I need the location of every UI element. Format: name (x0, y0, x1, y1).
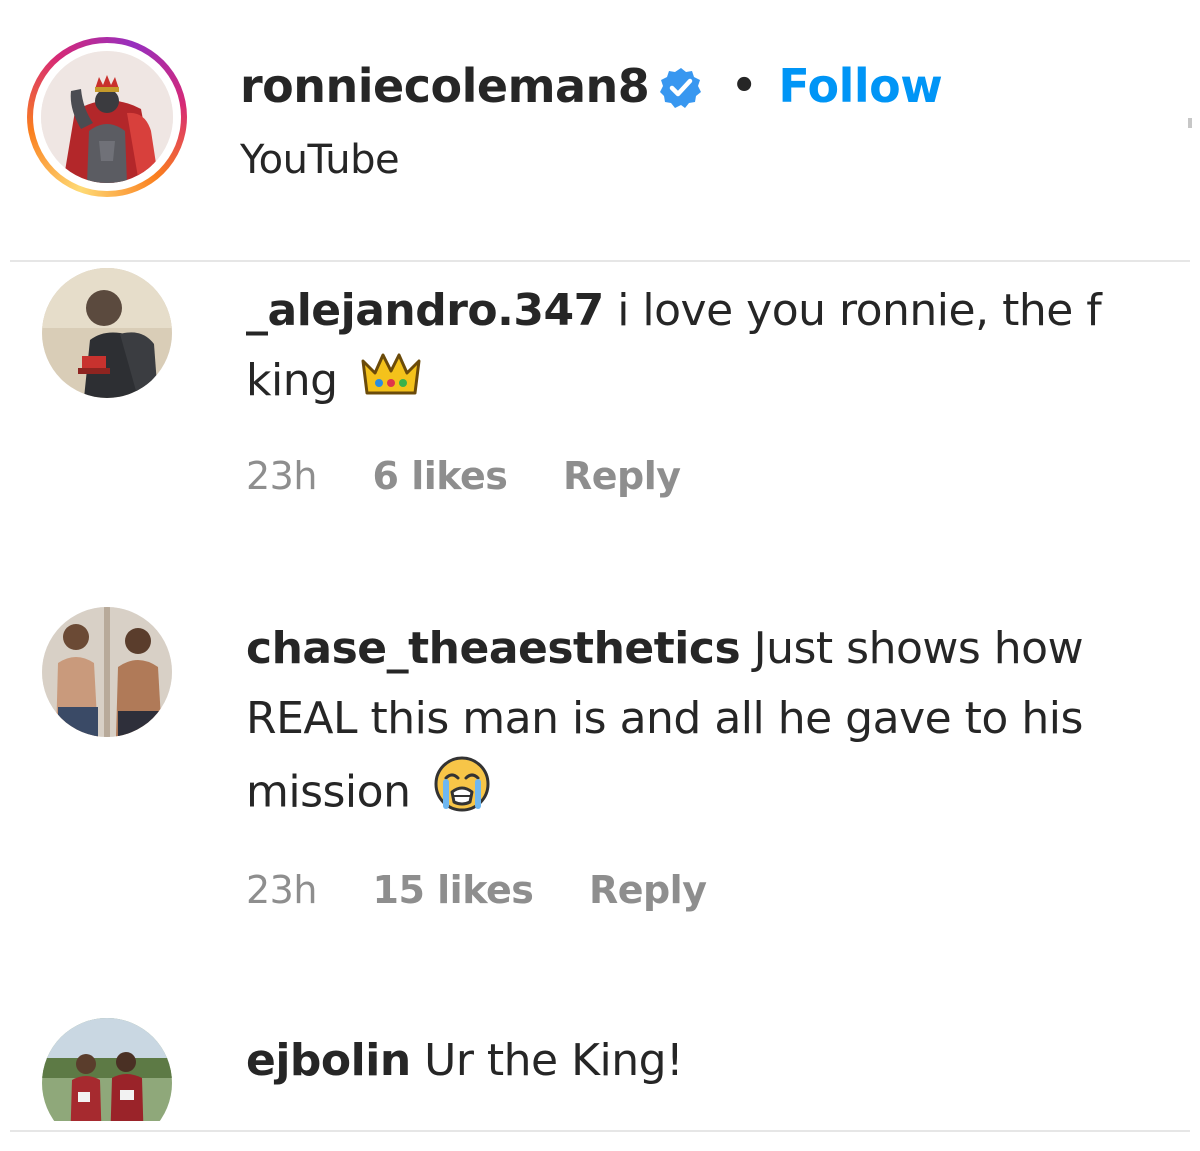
comment-time[interactable]: 23h (246, 454, 317, 498)
profile-photo (41, 51, 173, 183)
comment-body: Ur the King! (424, 1035, 684, 1086)
crown-emoji-icon (359, 348, 423, 418)
comment-text: _alejandro.347 i love you ronnie, the f … (246, 276, 1176, 418)
commenter-avatar[interactable] (42, 1018, 172, 1121)
follow-button[interactable]: Follow (778, 56, 942, 116)
comment-meta: 23h 15 likes Reply (246, 865, 750, 915)
post-audio-label[interactable]: YouTube (240, 135, 400, 185)
commenter-avatar[interactable] (42, 268, 172, 398)
header-user-line: ronniecoleman8 • Follow (240, 56, 943, 116)
bottom-divider (10, 1130, 1190, 1132)
comment-time[interactable]: 23h (246, 868, 317, 912)
verified-badge-icon (659, 64, 703, 108)
post-author-username[interactable]: ronniecoleman8 (240, 56, 650, 116)
loudly-crying-face-emoji-icon (432, 754, 492, 835)
reply-button[interactable]: Reply (589, 868, 707, 912)
comment-username[interactable]: ejbolin (246, 1035, 411, 1086)
header-divider (10, 260, 1190, 262)
reply-button[interactable]: Reply (563, 454, 681, 498)
separator-dot: • (731, 63, 757, 109)
comment-item: ejbolin Ur the King! (8, 1016, 1192, 1121)
comment-likes[interactable]: 15 likes (373, 868, 534, 912)
commenter-avatar[interactable] (42, 607, 172, 737)
comment-text: chase_theaesthetics Just shows how REAL … (246, 614, 1176, 835)
comment-username[interactable]: chase_theaesthetics (246, 623, 741, 674)
comment-username[interactable]: _alejandro.347 (246, 285, 604, 336)
comments-panel: ronniecoleman8 • Follow YouTube _alejand… (8, 8, 1192, 1143)
comment-text: ejbolin Ur the King! (246, 1026, 1176, 1096)
post-header: ronniecoleman8 • Follow YouTube (8, 8, 1192, 263)
scrollbar-edge (1188, 118, 1192, 128)
comment-meta: 23h 6 likes Reply (246, 451, 725, 501)
profile-avatar[interactable] (27, 37, 187, 197)
comment-likes[interactable]: 6 likes (373, 454, 508, 498)
